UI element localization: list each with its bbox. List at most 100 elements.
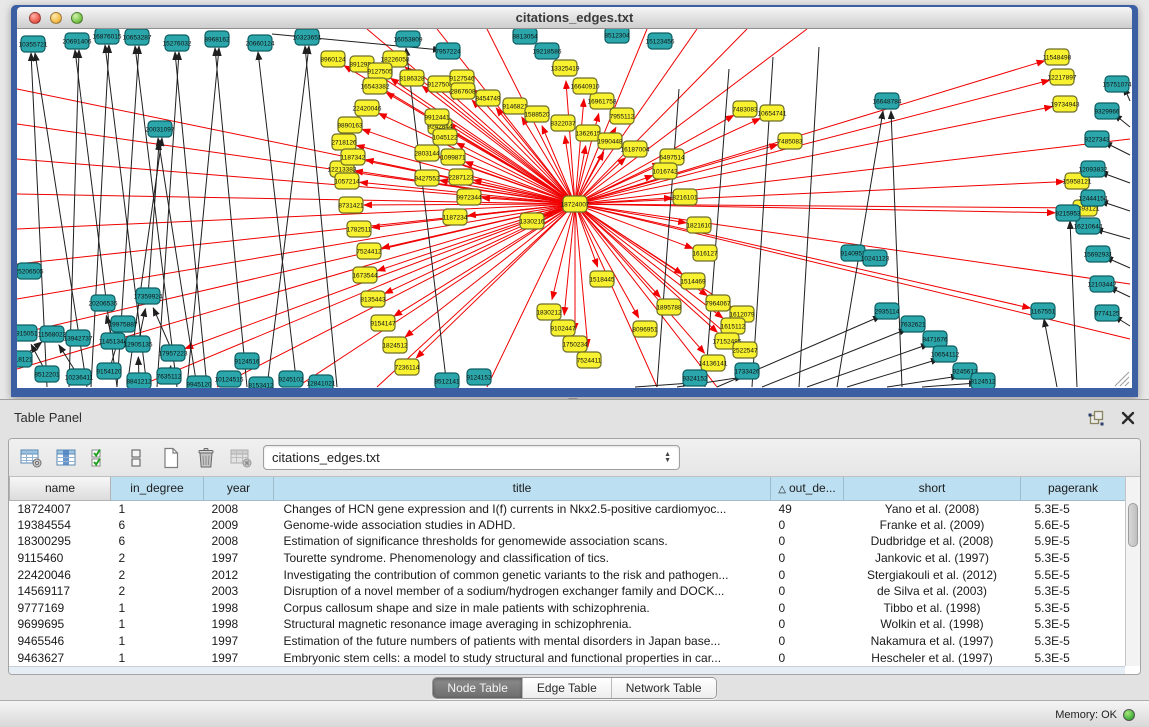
delete-table-button-disabled[interactable] [229,446,253,470]
cell-year[interactable]: 1997 [204,633,274,650]
cell-title[interactable]: Corpus callosum shape and size in male p… [274,600,771,617]
column-header-short[interactable]: short [844,477,1021,500]
graph-edge[interactable] [575,204,1055,213]
table-row[interactable]: 1830029562008Estimation of significance … [10,533,1126,550]
graph-node[interactable]: 10355721 [19,36,48,52]
cell-pagerank[interactable]: 5.6E-5 [1021,517,1126,534]
cell-title[interactable]: Tourette syndrome. Phenomenology and cla… [274,550,771,567]
graph-node[interactable]: 1750234 [562,336,588,352]
cell-title[interactable]: Estimation of significance thresholds fo… [274,533,771,550]
graph-node[interactable]: 1187342 [341,149,366,165]
graph-edge[interactable] [377,204,575,271]
graph-node[interactable]: 2867608 [450,83,476,99]
cell-in_degree[interactable]: 2 [111,566,204,583]
graph-node[interactable]: 15692931 [1084,246,1113,262]
close-window-button[interactable] [29,12,41,24]
graph-node[interactable]: 13942737 [64,330,93,346]
graph-node[interactable]: 9945120 [186,376,212,388]
graph-node[interactable]: 9146821 [502,98,528,114]
graph-node[interactable]: 10124515 [215,371,244,387]
graph-node[interactable]: 9324152 [682,370,708,386]
column-header-in_degree[interactable]: in_degree [111,477,204,500]
cell-in_degree[interactable]: 1 [111,649,204,666]
cell-name[interactable]: 9699695 [10,616,111,633]
column-header-title[interactable]: title [274,477,771,500]
graph-node[interactable]: 15276032 [163,35,192,51]
graph-edge[interactable] [1044,319,1057,387]
graph-node[interactable]: 9124516 [234,353,260,369]
float-panel-icon[interactable] [1087,409,1105,427]
graph-node[interactable]: 25206505 [17,263,44,279]
cell-in_degree[interactable]: 1 [111,633,204,650]
minimize-window-button[interactable] [50,12,62,24]
delete-rows-button[interactable] [194,446,218,470]
cell-title[interactable]: Investigating the contribution of common… [274,566,771,583]
graph-node[interactable]: 17957223 [159,345,188,361]
graph-edge[interactable] [575,204,588,347]
cell-year[interactable]: 2012 [204,566,274,583]
graph-node[interactable]: 8471676 [922,331,948,347]
graph-node[interactable]: 13325419 [551,60,580,76]
graph-node[interactable]: 16961758 [588,93,617,109]
graph-node[interactable]: 9227343 [1084,131,1110,147]
close-panel-icon[interactable] [1119,409,1137,427]
graph-node[interactable]: 1615112 [721,318,746,334]
graph-node[interactable]: 1733426 [734,363,760,379]
graph-node[interactable]: 8322037 [550,115,576,131]
graph-node[interactable]: 8454749 [475,90,501,106]
cell-title[interactable]: Structural magnetic resonance image aver… [274,616,771,633]
zoom-window-button[interactable] [71,12,83,24]
cell-title[interactable]: Embryonic stem cells: a model to study s… [274,649,771,666]
graph-node[interactable]: 12841021 [307,375,336,388]
cell-out_degree[interactable]: 0 [771,649,844,666]
cell-out_degree[interactable]: 0 [771,517,844,534]
graph-node[interactable]: 16053809 [394,31,423,47]
graph-node[interactable]: 2287123 [448,169,474,185]
row-height-button[interactable] [124,446,148,470]
cell-year[interactable]: 2003 [204,583,274,600]
graph-node[interactable]: 1167551 [1031,303,1056,319]
cell-name[interactable]: 19384554 [10,517,111,534]
cell-short[interactable]: Nakamura et al. (1997) [844,633,1021,650]
graph-node[interactable]: 19734943 [1051,96,1080,112]
graph-node[interactable]: 16876015 [93,29,122,44]
graph-node[interactable]: 16640910 [571,78,600,94]
graph-node[interactable]: 9127508 [427,76,453,92]
graph-node[interactable]: 7955112 [610,108,635,124]
graph-node[interactable]: 10653287 [123,29,152,45]
graph-node[interactable]: 9124152 [466,369,492,385]
graph-node[interactable]: 9154120 [96,363,122,379]
tab-node-table[interactable]: Node Table [433,678,522,698]
table-row[interactable]: 969969511998Structural magnetic resonanc… [10,616,1126,633]
graph-node[interactable]: 1616127 [692,245,718,261]
cell-in_degree[interactable]: 2 [111,550,204,567]
cell-name[interactable]: 9465546 [10,633,111,650]
graph-node[interactable]: 8512201 [34,366,60,382]
table-row[interactable]: 946554611997Estimation of the future num… [10,633,1126,650]
graph-node[interactable]: 9912441 [424,109,450,125]
cell-name[interactable]: 14569117 [10,583,111,600]
table-settings-button[interactable] [19,446,43,470]
graph-node[interactable]: 2935114 [875,303,900,319]
graph-node[interactable]: 9318121 [17,351,33,367]
column-header-pagerank[interactable]: pagerank [1021,477,1126,500]
graph-node[interactable]: 1099871 [440,149,466,165]
graph-node[interactable]: 7964067 [705,295,731,311]
graph-node[interactable]: 1330216 [519,213,545,229]
graph-node[interactable]: 15123456 [646,33,675,49]
graph-node[interactable]: 1824512 [382,337,408,353]
graph-node[interactable]: 8960124 [320,51,346,67]
cell-year[interactable]: 2008 [204,500,274,517]
cell-name[interactable]: 9777169 [10,600,111,617]
cell-in_degree[interactable]: 2 [111,583,204,600]
graph-node[interactable]: 12444154 [1079,190,1108,206]
graph-node[interactable]: 9140952 [840,245,866,261]
select-columns-button[interactable] [54,446,78,470]
graph-node[interactable]: 1990448 [597,133,623,149]
graph-node[interactable]: 1588520 [524,106,550,122]
graph-node[interactable]: 1518445 [589,271,615,287]
table-row[interactable]: 1938455462009Genome-wide association stu… [10,517,1126,534]
canvas-resize-grip[interactable] [1125,382,1129,386]
cell-year[interactable]: 1998 [204,616,274,633]
cell-out_degree[interactable]: 0 [771,616,844,633]
